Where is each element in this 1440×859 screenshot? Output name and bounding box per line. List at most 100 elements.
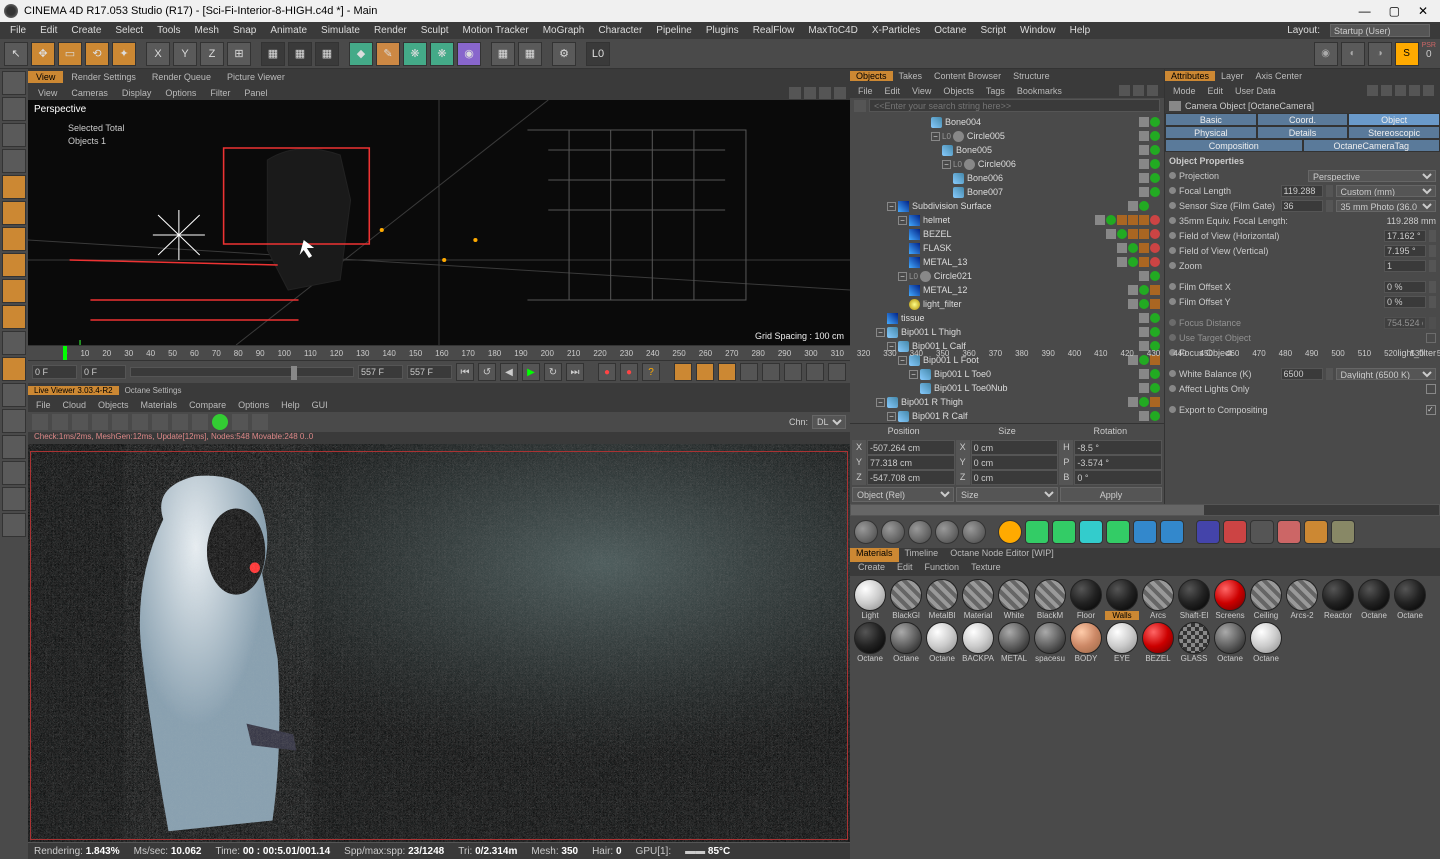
attr-section-btn[interactable]: OctaneCameraTag xyxy=(1303,139,1440,152)
key-btn-6[interactable] xyxy=(806,363,824,381)
material-swatch[interactable]: Octane xyxy=(889,622,923,663)
viewport-3d[interactable]: Perspective Selected TotalObjects 1 Grid… xyxy=(28,100,850,345)
preset-sphere-1[interactable] xyxy=(881,520,905,544)
material-swatch[interactable]: Walls xyxy=(1105,579,1139,620)
left-tool-13[interactable] xyxy=(2,409,26,433)
tree-item[interactable]: −helmet xyxy=(850,213,1164,227)
menu-x-particles[interactable]: X-Particles xyxy=(866,24,926,37)
misc-preset-1[interactable] xyxy=(1223,520,1247,544)
view-tab[interactable]: View xyxy=(28,71,63,83)
lv-tab[interactable]: Octane Settings xyxy=(119,386,188,395)
r3-tool[interactable]: ▦ xyxy=(315,42,339,66)
attr-section-btn[interactable]: Physical xyxy=(1165,126,1257,139)
material-swatch[interactable]: Octane xyxy=(925,622,959,663)
tree-item[interactable]: BEZEL xyxy=(850,227,1164,241)
s3-tool[interactable]: ◉ xyxy=(457,42,481,66)
tree-item[interactable]: −Bip001 L Toe0 xyxy=(850,367,1164,381)
lv-tool-10[interactable] xyxy=(232,414,248,430)
oct-preset-4[interactable] xyxy=(1106,520,1130,544)
vp-icon[interactable] xyxy=(789,87,801,99)
lv-tool-1[interactable] xyxy=(52,414,68,430)
lv-menu-item[interactable]: File xyxy=(30,400,57,410)
scale-tool[interactable]: ✦ xyxy=(112,42,136,66)
misc-preset-3[interactable] xyxy=(1277,520,1301,544)
obj-menu-item[interactable]: Bookmarks xyxy=(1011,86,1068,96)
attr-section-btn[interactable]: Coord. xyxy=(1257,113,1349,126)
apply-button[interactable]: Apply xyxy=(1060,487,1162,502)
axis-tool[interactable]: ⊞ xyxy=(227,42,251,66)
r1-tool[interactable]: ▦ xyxy=(261,42,285,66)
obj-menu-item[interactable]: View xyxy=(906,86,937,96)
menu-sculpt[interactable]: Sculpt xyxy=(415,24,455,37)
obj-tab[interactable]: Structure xyxy=(1007,71,1056,81)
left-tool-17[interactable] xyxy=(2,513,26,537)
rot-p[interactable] xyxy=(1074,455,1162,470)
mat-menu-item[interactable]: Function xyxy=(919,562,966,576)
cfg-tool[interactable]: ⚙ xyxy=(552,42,576,66)
rec-btn-1[interactable]: ● xyxy=(620,363,638,381)
left-tool-14[interactable] xyxy=(2,435,26,459)
view-tab[interactable]: Picture Viewer xyxy=(219,71,293,83)
playback-btn-5[interactable]: ⏭ xyxy=(566,363,584,381)
attr-section-btn[interactable]: Composition xyxy=(1165,139,1303,152)
tb-right-0[interactable]: ◉ xyxy=(1314,42,1338,66)
horizontal-scrollbar[interactable] xyxy=(850,504,1440,516)
attr-section-btn[interactable]: Basic xyxy=(1165,113,1257,126)
lv-chn-select[interactable]: DL xyxy=(812,415,846,429)
pos-y[interactable] xyxy=(867,455,955,470)
preset-sphere-2[interactable] xyxy=(908,520,932,544)
key-btn-7[interactable] xyxy=(828,363,846,381)
left-tool-10[interactable] xyxy=(2,331,26,355)
attr-section-btn[interactable]: Stereoscopic xyxy=(1348,126,1440,139)
attr-menu-item[interactable]: Mode xyxy=(1167,86,1202,96)
vp-menu-item[interactable]: Filter xyxy=(204,88,236,98)
vp-menu-item[interactable]: Options xyxy=(159,88,202,98)
material-swatch[interactable]: BODY xyxy=(1069,622,1103,663)
menu-select[interactable]: Select xyxy=(109,24,149,37)
left-tool-2[interactable] xyxy=(2,123,26,147)
oct-preset-2[interactable] xyxy=(1052,520,1076,544)
key-btn-5[interactable] xyxy=(784,363,802,381)
menu-pipeline[interactable]: Pipeline xyxy=(650,24,698,37)
menu-script[interactable]: Script xyxy=(974,24,1012,37)
lv-tool-8[interactable] xyxy=(192,414,208,430)
maximize-button[interactable]: ▢ xyxy=(1389,4,1400,18)
attr-tab[interactable]: Layer xyxy=(1215,71,1250,81)
lv-tool-3[interactable] xyxy=(92,414,108,430)
menu-plugins[interactable]: Plugins xyxy=(700,24,745,37)
left-tool-11[interactable] xyxy=(2,357,26,381)
attr-menu-item[interactable]: User Data xyxy=(1229,86,1282,96)
menu-octane[interactable]: Octane xyxy=(928,24,972,37)
frame_b-input[interactable] xyxy=(407,365,452,379)
tb-right-2[interactable]: ◑ xyxy=(1368,42,1392,66)
tree-item[interactable]: Bone005 xyxy=(850,143,1164,157)
material-swatch[interactable]: Octane xyxy=(1213,622,1247,663)
rec-btn-0[interactable]: ● xyxy=(598,363,616,381)
panel-icon[interactable] xyxy=(1119,85,1130,96)
g1-tool[interactable]: ▦ xyxy=(491,42,515,66)
left-tool-1[interactable] xyxy=(2,97,26,121)
preset-sphere-0[interactable] xyxy=(854,520,878,544)
left-tool-9[interactable] xyxy=(2,305,26,329)
move-tool[interactable]: ✥ xyxy=(31,42,55,66)
menu-mesh[interactable]: Mesh xyxy=(189,24,225,37)
oct-preset-1[interactable] xyxy=(1025,520,1049,544)
size-y[interactable] xyxy=(971,455,1059,470)
obj-menu-item[interactable]: Edit xyxy=(879,86,907,96)
minimize-button[interactable]: — xyxy=(1359,4,1371,18)
misc-preset-4[interactable] xyxy=(1304,520,1328,544)
menu-edit[interactable]: Edit xyxy=(34,24,63,37)
rot-tool[interactable]: ⟲ xyxy=(85,42,109,66)
size-x[interactable] xyxy=(971,440,1059,455)
left-tool-4[interactable] xyxy=(2,175,26,199)
tb-right-3[interactable]: S xyxy=(1395,42,1419,66)
misc-preset-5[interactable] xyxy=(1331,520,1355,544)
left-tool-7[interactable] xyxy=(2,253,26,277)
mat-tab[interactable]: Materials xyxy=(850,548,899,562)
tree-item[interactable]: light_filter xyxy=(850,297,1164,311)
vp-menu-item[interactable]: Display xyxy=(116,88,158,98)
left-tool-15[interactable] xyxy=(2,461,26,485)
material-swatch[interactable]: Octane xyxy=(1249,622,1283,663)
oct-preset-5[interactable] xyxy=(1133,520,1157,544)
menu-character[interactable]: Character xyxy=(592,24,648,37)
